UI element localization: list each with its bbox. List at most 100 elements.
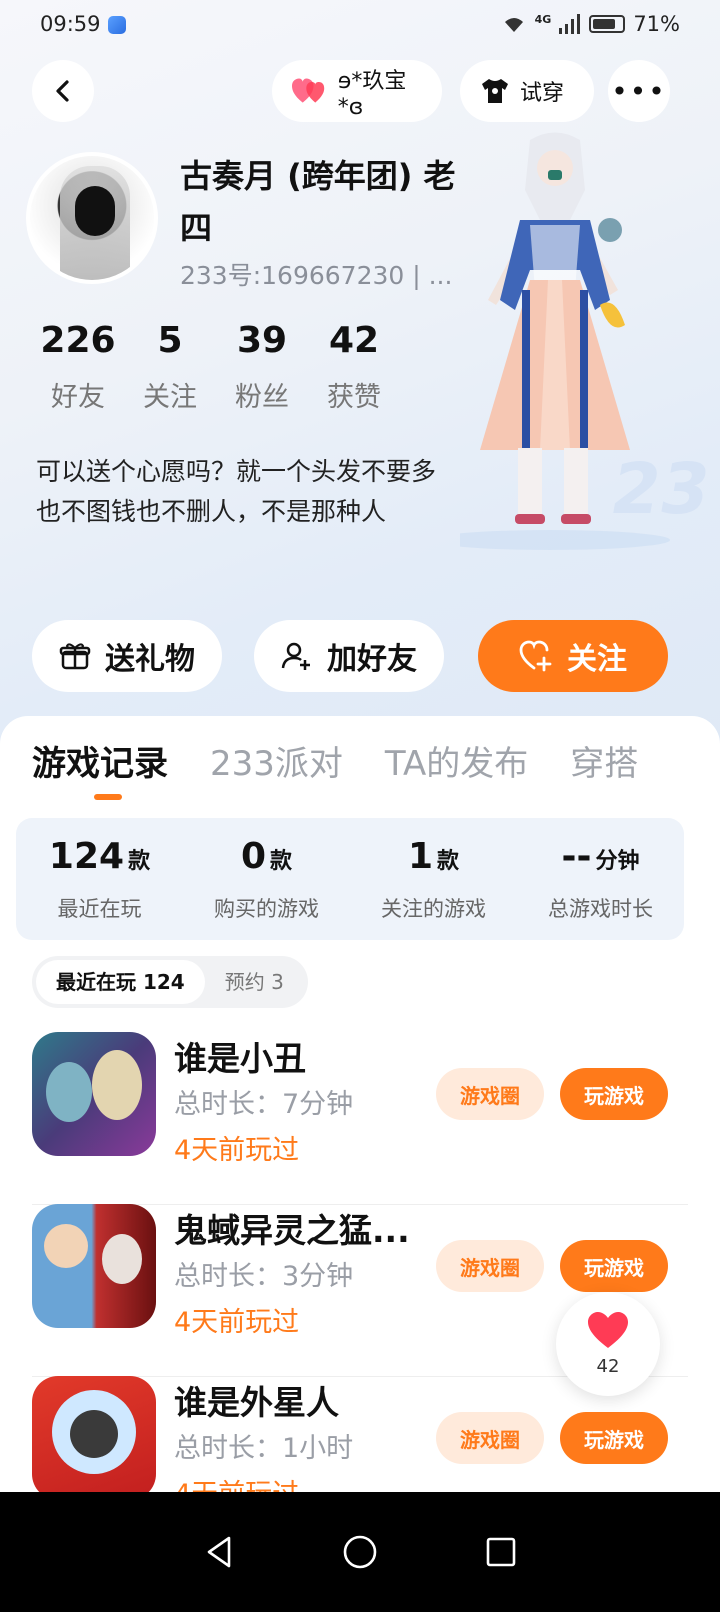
avatar-face <box>75 186 115 236</box>
summary-value: 124 <box>48 836 125 877</box>
status-right: 4G 71% <box>501 12 680 36</box>
wifi-icon <box>504 18 523 32</box>
tab-outfits[interactable]: 穿搭 <box>570 736 638 785</box>
game-circle-button[interactable]: 游戏圈 <box>436 1240 544 1292</box>
game-name: 鬼蜮异灵之猛... <box>174 1211 410 1250</box>
add-friend-button[interactable]: 加好友 <box>254 620 444 692</box>
follow-label: 关注 <box>567 642 627 677</box>
play-game-button[interactable]: 玩游戏 <box>560 1240 668 1292</box>
summary-unit: 款 <box>270 849 293 874</box>
profile-stats: 226 好友 5 关注 39 粉丝 42 获赞 <box>32 320 400 414</box>
game-icon[interactable] <box>32 1204 156 1328</box>
home-circle-icon[interactable] <box>342 1534 378 1570</box>
summary-unit: 款 <box>437 849 460 874</box>
nickname: 古奏月 (跨年团) 老四 <box>180 157 456 247</box>
heart-plus-icon <box>519 640 552 672</box>
stat-fans[interactable]: 39 粉丝 <box>216 320 308 414</box>
stat-label: 关注 <box>143 382 197 413</box>
tab-posts[interactable]: TA的发布 <box>385 736 528 785</box>
status-bar: 09:59 4G 71% <box>0 0 720 48</box>
game-icon[interactable] <box>32 1032 156 1156</box>
game-icon-figure <box>102 1234 142 1284</box>
add-user-icon <box>281 642 310 670</box>
segment-recent[interactable]: 最近在玩 124 <box>36 960 205 1004</box>
game-icon-figure <box>70 1410 118 1458</box>
stat-label: 粉丝 <box>235 382 289 413</box>
game-name: 谁是外星人 <box>174 1383 339 1422</box>
partner-chip[interactable]: ɘ*玖宝*ɞ <box>272 60 442 122</box>
summary-label: 购买的游戏 <box>214 897 319 921</box>
summary-value: 0 <box>240 836 267 877</box>
stat-likes[interactable]: 42 获赞 <box>308 320 400 414</box>
stat-label: 获赞 <box>327 382 381 413</box>
game-icon-figure <box>44 1224 88 1268</box>
user-id[interactable]: 233号:169667230 | ... <box>180 256 452 292</box>
battery-level: 71% <box>633 12 680 36</box>
battery-icon <box>589 15 626 33</box>
active-tab-indicator <box>94 794 122 800</box>
summary-unit: 分钟 <box>595 849 640 874</box>
game-duration: 总时长：1小时 <box>174 1433 354 1464</box>
game-circle-button[interactable]: 游戏圈 <box>436 1412 544 1464</box>
summary-followed: 1款 关注的游戏 <box>350 818 517 940</box>
stat-value: 39 <box>236 320 288 361</box>
stat-label: 好友 <box>51 382 105 413</box>
stat-following[interactable]: 5 关注 <box>124 320 216 414</box>
like-floating-button[interactable]: 42 <box>556 1292 660 1396</box>
heart-icon <box>588 1312 628 1348</box>
profile-bio: 可以送个心愿吗？就一个头发不要多也不图钱也不删人，不是那种人 <box>36 457 437 526</box>
more-dots-icon: ••• <box>611 74 667 108</box>
game-icon-figure <box>46 1062 92 1122</box>
recents-square-icon[interactable] <box>485 1536 517 1568</box>
game-list: 谁是小丑 总时长：7分钟 4天前玩过 游戏圈 玩游戏 鬼蜮异灵之猛... 总时长… <box>0 1032 720 1548</box>
try-on-button[interactable]: 试穿 <box>460 60 594 122</box>
profile-tabs: 游戏记录 233派对 TA的发布 穿搭 <box>32 736 638 785</box>
game-icon[interactable] <box>32 1376 156 1500</box>
game-last-played: 4天前玩过 <box>174 1135 300 1166</box>
network-type: 4G <box>534 12 552 26</box>
status-time: 09:59 <box>40 12 101 36</box>
game-circle-button[interactable]: 游戏圈 <box>436 1068 544 1120</box>
game-last-played: 4天前玩过 <box>174 1307 300 1338</box>
like-count: 42 <box>596 1356 620 1377</box>
game-duration: 总时长：7分钟 <box>174 1089 354 1120</box>
follow-button[interactable]: 关注 <box>478 620 668 692</box>
summary-value: 1 <box>407 836 434 877</box>
tshirt-icon <box>482 79 508 103</box>
summary-total-time: -- 分钟 总游戏时长 <box>517 818 684 940</box>
stat-value: 226 <box>40 320 116 361</box>
tab-233-party[interactable]: 233派对 <box>210 736 343 785</box>
summary-value: -- <box>561 836 592 877</box>
brand-233-badge: 23 <box>604 448 717 530</box>
summary-label: 关注的游戏 <box>381 897 486 921</box>
summary-purchased: 0款 购买的游戏 <box>183 818 350 940</box>
system-navigation-bar <box>0 1492 720 1612</box>
tab-game-records[interactable]: 游戏记录 <box>32 736 168 785</box>
back-button[interactable] <box>32 60 94 122</box>
summary-recent: 124 款 最近在玩 <box>16 818 183 940</box>
gift-icon <box>59 643 91 670</box>
chevron-left-icon <box>56 80 69 102</box>
stat-value: 5 <box>157 320 183 361</box>
summary-unit: 款 <box>128 849 151 874</box>
game-summary: 124 款 最近在玩 0款 购买的游戏 1款 关注的游戏 -- 分钟 总游戏时长 <box>16 818 684 940</box>
game-name: 谁是小丑 <box>174 1039 306 1078</box>
game-icon-figure <box>92 1050 142 1120</box>
record-filter-segment: 最近在玩 124 预约 3 <box>32 956 308 1008</box>
list-item[interactable]: 谁是小丑 总时长：7分钟 4天前玩过 游戏圈 玩游戏 <box>0 1032 720 1204</box>
summary-label: 最近在玩 <box>57 897 142 921</box>
send-gift-button[interactable]: 送礼物 <box>32 620 222 692</box>
play-game-button[interactable]: 玩游戏 <box>560 1412 668 1464</box>
double-heart-icon <box>292 78 325 103</box>
more-button[interactable]: ••• <box>608 60 670 122</box>
avatar[interactable] <box>26 152 158 284</box>
game-duration: 总时长：3分钟 <box>174 1261 354 1292</box>
segment-reserve[interactable]: 预约 3 <box>205 960 304 1004</box>
back-triangle-icon[interactable] <box>203 1535 235 1569</box>
stat-value: 42 <box>328 320 380 361</box>
stat-friends[interactable]: 226 好友 <box>32 320 124 414</box>
partner-name: ɘ*玖宝*ɞ <box>337 68 407 120</box>
play-game-button[interactable]: 玩游戏 <box>560 1068 668 1120</box>
add-friend-label: 加好友 <box>327 642 417 677</box>
send-gift-label: 送礼物 <box>105 642 195 677</box>
